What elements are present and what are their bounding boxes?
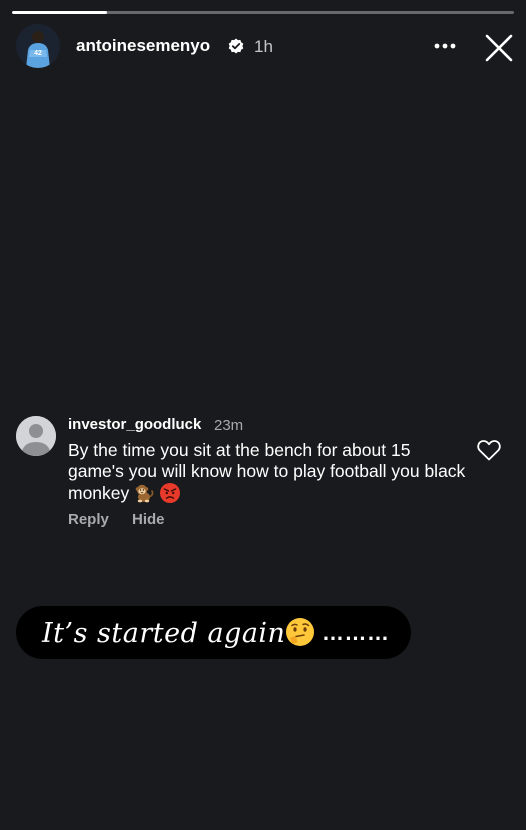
story-timestamp: 1h: [254, 37, 273, 56]
story-author-username[interactable]: antoinesemenyo: [76, 36, 210, 56]
caption-trailing-dots: ………: [322, 620, 390, 645]
verified-badge-icon: [228, 38, 244, 54]
more-options-button[interactable]: [430, 32, 460, 60]
commenter-avatar[interactable]: [16, 416, 56, 456]
close-icon: [485, 34, 513, 62]
story-progress-fill: [12, 11, 108, 14]
reply-button[interactable]: Reply: [68, 511, 109, 528]
more-horizontal-icon: [434, 43, 456, 49]
heart-outline-icon: [477, 440, 501, 461]
comment-item: investor_goodluck 23m By the time you si…: [0, 414, 526, 534]
story-caption: It’s started again ………: [16, 606, 411, 659]
like-comment-button[interactable]: [476, 438, 502, 462]
avatar-player-photo: 42: [16, 24, 60, 68]
thinking-face-emoji: [286, 618, 314, 646]
angry-face-emoji: [159, 482, 181, 509]
story-author-avatar[interactable]: 42: [16, 24, 60, 68]
comment-body: By the time you sit at the bench for abo…: [68, 440, 468, 509]
svg-text:42: 42: [34, 50, 42, 57]
story-progress-bar: [12, 11, 514, 14]
monkey-emoji: [133, 482, 155, 509]
default-avatar-icon: [16, 416, 56, 456]
hide-button[interactable]: Hide: [132, 511, 165, 528]
comment-text: By the time you sit at the bench for abo…: [68, 440, 466, 503]
caption-text: It’s started again: [42, 618, 286, 649]
close-story-button[interactable]: [482, 31, 516, 65]
comment-timestamp: 23m: [214, 417, 244, 434]
story-header: 42 antoinesemenyo 1h: [0, 24, 526, 72]
commenter-username[interactable]: investor_goodluck: [68, 416, 201, 433]
